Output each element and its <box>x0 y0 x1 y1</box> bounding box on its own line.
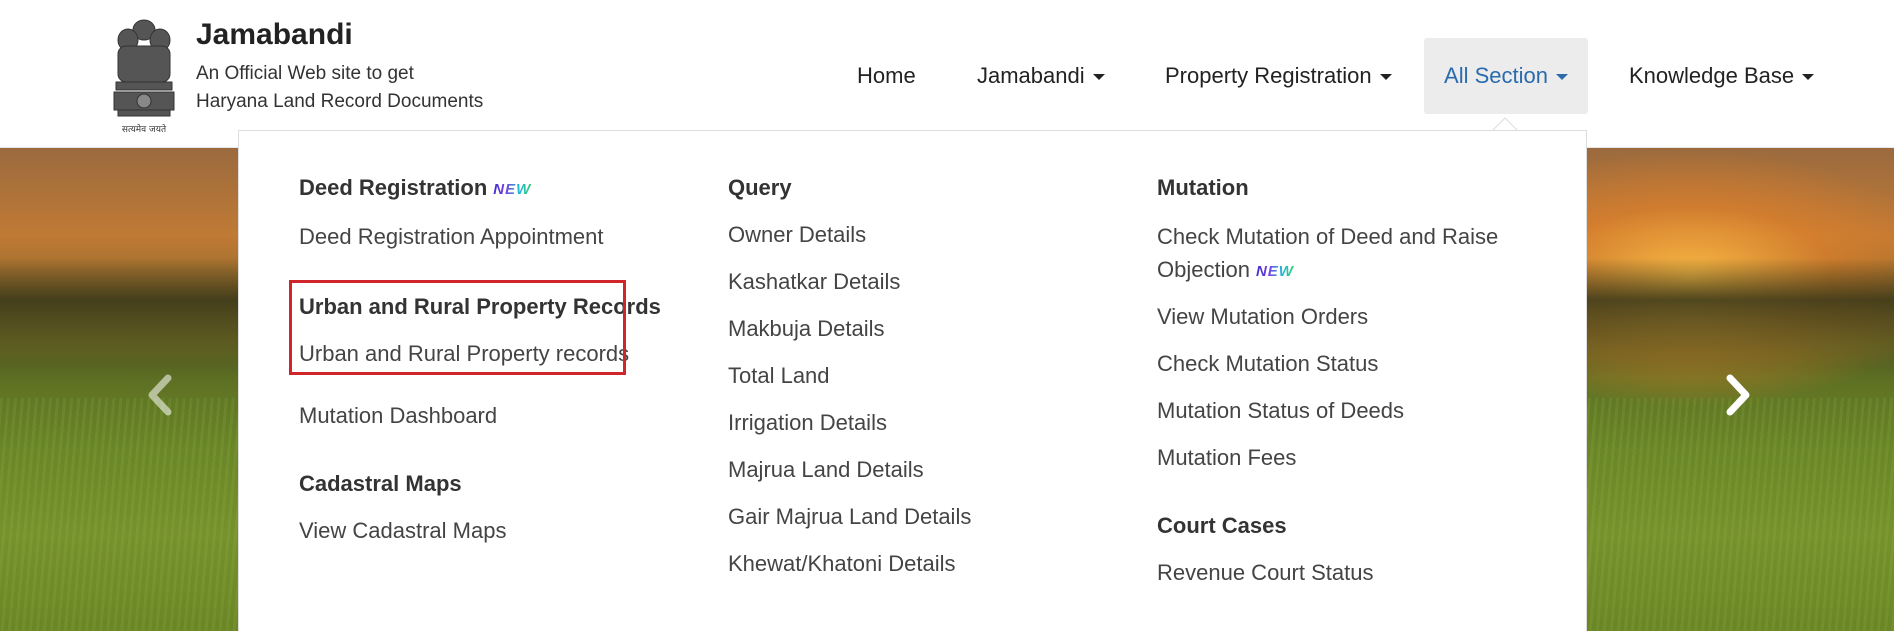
nav-home[interactable]: Home <box>857 38 916 114</box>
deed-registration-title: Deed Registration <box>299 175 488 200</box>
group-title-query: Query <box>728 175 792 200</box>
dropdown-column-1: Deed Registration NEW Deed Registration A… <box>289 173 661 546</box>
check-mutation-line2: Objection <box>1157 257 1250 282</box>
nav-jamabandi[interactable]: Jamabandi <box>977 38 1105 114</box>
nav-property-registration-label: Property Registration <box>1165 63 1372 88</box>
caret-down-icon <box>1802 74 1815 81</box>
dropdown-column-3: Mutation Check Mutation of Deed and Rais… <box>1157 173 1498 588</box>
link-majrua-land-details[interactable]: Majrua Land Details <box>728 455 971 485</box>
nav-all-section[interactable]: All Section <box>1424 38 1588 114</box>
check-mutation-line1: Check Mutation of Deed and Raise <box>1157 224 1499 249</box>
nav-jamabandi-label: Jamabandi <box>977 63 1085 88</box>
link-deed-registration-appointment[interactable]: Deed Registration Appointment <box>299 222 661 252</box>
dropdown-pointer <box>1492 117 1518 131</box>
new-badge: NEW <box>1256 255 1294 288</box>
chevron-right-icon[interactable] <box>1718 370 1758 420</box>
link-view-cadastral-maps[interactable]: View Cadastral Maps <box>299 516 661 546</box>
group-title-mutation: Mutation <box>1157 175 1249 200</box>
link-view-mutation-orders[interactable]: View Mutation Orders <box>1157 302 1498 332</box>
nav-knowledge-base-label: Knowledge Base <box>1629 63 1795 88</box>
caret-down-icon <box>1555 74 1568 81</box>
link-khewat-khatoni-details[interactable]: Khewat/Khatoni Details <box>728 549 971 579</box>
caret-down-icon <box>1379 74 1392 81</box>
dropdown-column-2: Query Owner Details Kashatkar Details Ma… <box>728 173 971 579</box>
group-title-cadastral-maps: Cadastral Maps <box>299 471 462 496</box>
link-owner-details[interactable]: Owner Details <box>728 220 971 250</box>
new-badge: NEW <box>493 175 531 205</box>
link-gair-majrua-land-details[interactable]: Gair Majrua Land Details <box>728 502 971 532</box>
link-mutation-dashboard[interactable]: Mutation Dashboard <box>299 401 661 431</box>
link-check-mutation-status[interactable]: Check Mutation Status <box>1157 349 1498 379</box>
link-irrigation-details[interactable]: Irrigation Details <box>728 408 971 438</box>
link-makbuja-details[interactable]: Makbuja Details <box>728 314 971 344</box>
link-mutation-fees[interactable]: Mutation Fees <box>1157 443 1498 473</box>
link-total-land[interactable]: Total Land <box>728 361 971 391</box>
group-title-court-cases: Court Cases <box>1157 513 1287 538</box>
urban-rural-group: Urban and Rural Property Records Urban a… <box>289 280 661 375</box>
caret-down-icon <box>1092 74 1105 81</box>
site-header: सत्यमेव जयते Jamabandi An Official Web s… <box>0 0 1894 148</box>
emblem-motto: सत्यमेव जयते <box>122 123 167 135</box>
nav-all-section-label: All Section <box>1444 63 1548 88</box>
nav-knowledge-base[interactable]: Knowledge Base <box>1629 38 1815 114</box>
chevron-left-icon[interactable] <box>140 370 180 420</box>
all-section-dropdown: Deed Registration NEW Deed Registration A… <box>238 130 1587 631</box>
link-kashatkar-details[interactable]: Kashatkar Details <box>728 267 971 297</box>
nav-home-label: Home <box>857 63 916 88</box>
main-nav: Home Jamabandi Property Registration All… <box>0 38 1894 114</box>
highlight-box <box>289 280 626 375</box>
link-mutation-status-of-deeds[interactable]: Mutation Status of Deeds <box>1157 396 1498 426</box>
link-revenue-court-status[interactable]: Revenue Court Status <box>1157 558 1498 588</box>
nav-property-registration[interactable]: Property Registration <box>1165 38 1392 114</box>
link-check-mutation-of-deed[interactable]: Check Mutation of Deed and Raise Objecti… <box>1157 220 1498 288</box>
group-title-deed-registration: Deed Registration NEW <box>299 173 661 205</box>
